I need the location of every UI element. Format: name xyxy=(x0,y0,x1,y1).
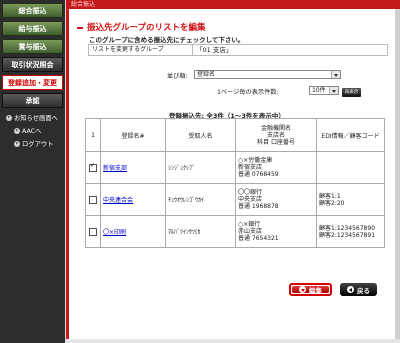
group-divider xyxy=(192,45,193,55)
row-bank: ○×労働金庫 新宿支店 普通 0768459 xyxy=(235,151,317,184)
row-check-cell xyxy=(85,151,101,184)
sidebar-item-kyuyo-furikomi[interactable]: 給与振込 xyxy=(2,21,63,36)
table-row: 中央連合会 ﾁｭｳｵｳﾚﾝｺﾞｳｶｲ 〇〇銀行 中央支店 普通 1968878 … xyxy=(85,183,385,216)
chevron-down-icon xyxy=(329,87,338,94)
back-button[interactable]: 戻る xyxy=(340,283,377,296)
column-header-edi: EDI情報／顧客コード xyxy=(316,118,385,152)
row-edi xyxy=(316,151,385,184)
row-payee: ﾏﾙﾊﾞﾂｲﾝｻﾂ(ｶ xyxy=(165,215,236,248)
row-edi: 顧客1:1234567890 顧客2:1234567891 xyxy=(316,215,385,248)
row-check-cell xyxy=(85,215,101,248)
payee-table: 1 登録名# 受取人名 金融機関名 支店名 科目 口座番号 EDI情報／顧客コー… xyxy=(85,118,385,248)
row-payee: ﾁｭｳｵｳﾚﾝｺﾞｳｶｲ xyxy=(165,183,236,216)
table-header-row: 1 登録名# 受取人名 金融機関名 支店名 科目 口座番号 EDI情報／顧客コー… xyxy=(85,118,385,152)
arrow-bullet-icon xyxy=(14,140,20,147)
sidebar-item-sogo-furikomi[interactable]: 総合振込 xyxy=(2,3,63,18)
sidebar-item-torihiki-shokai[interactable]: 取引状況照会 xyxy=(2,57,63,72)
row-name-link[interactable]: 〇×印刷 xyxy=(103,229,126,236)
column-header-payee: 受取人名 xyxy=(165,118,236,152)
table-row: 〇×印刷 ﾏﾙﾊﾞﾂｲﾝｻﾂ(ｶ ○×銀行 赤山支店 普通 7654321 顧客… xyxy=(85,215,385,248)
row-name-link[interactable]: 中央連合会 xyxy=(103,197,133,204)
down-arrow-icon xyxy=(299,286,306,293)
row-name-cell: 新宿支部 xyxy=(100,151,166,184)
notice-link-label: お知らせ画面へ xyxy=(14,115,58,122)
back-button-label: 戻る xyxy=(357,286,370,295)
row-name-cell: 〇×印刷 xyxy=(100,215,166,248)
edit-button[interactable]: 編集 xyxy=(289,283,332,296)
group-label: リストを変更するグループ xyxy=(92,46,164,53)
row-checkbox[interactable] xyxy=(89,195,97,204)
row-name-link[interactable]: 新宿支部 xyxy=(103,165,127,172)
row-bank: ○×銀行 赤山支店 普通 7654321 xyxy=(235,215,317,248)
arrow-bullet-icon xyxy=(14,127,20,134)
sort-select[interactable]: 登録名 xyxy=(194,70,341,79)
arrow-bullet-icon xyxy=(6,114,12,121)
breadcrumb: 総合振込 xyxy=(71,1,96,8)
column-header-name: 登録名# xyxy=(100,118,166,152)
header-bar: 総合振込 xyxy=(66,0,400,9)
logout-link-label: ログアウト xyxy=(22,141,54,148)
per-page-select-value: 10件 xyxy=(312,87,326,94)
redisplay-button[interactable]: 再表示 xyxy=(342,88,361,97)
column-header-bank: 金融機関名 支店名 科目 口座番号 xyxy=(235,118,317,152)
column-header-check: 1 xyxy=(85,118,101,152)
title-dash-icon xyxy=(77,26,83,29)
sidebar-item-shonin[interactable]: 承認 xyxy=(2,93,63,108)
main-area: 総合振込 振込先グループのリストを編集 このグループに含める振込先にチェックして… xyxy=(66,0,400,343)
per-page-select[interactable]: 10件 xyxy=(309,86,339,95)
table-row: 新宿支部 ｼﾝｼﾞｭｸｼﾌﾞ ○×労働金庫 新宿支店 普通 0768459 xyxy=(85,151,385,184)
page-title: 振込先グループのリストを編集 xyxy=(77,21,206,33)
page-title-text: 振込先グループのリストを編集 xyxy=(87,23,206,33)
back-arrow-icon xyxy=(347,286,354,293)
row-payee: ｼﾝｼﾞｭｸｼﾌﾞ xyxy=(165,151,236,184)
row-checkbox[interactable] xyxy=(89,227,97,236)
group-row: リストを変更するグループ 「01 支店」 xyxy=(88,44,388,56)
sidebar-item-shoyo-furikomi[interactable]: 賞与振込 xyxy=(2,39,63,54)
row-edi: 顧客1:1 顧客2:20 xyxy=(316,183,385,216)
sidebar: 総合振込 給与振込 賞与振込 取引状況照会 登録追加・変更 承認 お知らせ画面へ… xyxy=(0,0,65,343)
group-value: 「01 支店」 xyxy=(196,46,233,54)
row-check-cell xyxy=(85,183,101,216)
sidebar-item-toroku-tsuika[interactable]: 登録追加・変更 xyxy=(2,75,63,90)
aac-link[interactable]: AACへ xyxy=(2,125,63,136)
scrollbar[interactable] xyxy=(395,9,400,339)
content-panel: 振込先グループのリストを編集 このグループに含める振込先にチェックして下さい。 … xyxy=(66,9,395,339)
chevron-down-icon xyxy=(331,71,340,78)
notice-link[interactable]: お知らせ画面へ xyxy=(2,112,63,123)
row-checkbox[interactable] xyxy=(89,162,97,172)
aac-link-label: AACへ xyxy=(22,128,42,135)
row-name-cell: 中央連合会 xyxy=(100,183,166,216)
sort-label: 並び順: xyxy=(167,73,188,80)
sort-select-value: 登録名 xyxy=(197,71,216,78)
edit-button-label: 編集 xyxy=(309,286,322,295)
logout-link[interactable]: ログアウト xyxy=(2,138,63,149)
instruction-text: このグループに含める振込先にチェックして下さい。 xyxy=(89,36,245,44)
per-page-label: 1ページ毎の表示件数: xyxy=(217,89,279,96)
app-frame: 総合振込 給与振込 賞与振込 取引状況照会 登録追加・変更 承認 お知らせ画面へ… xyxy=(0,0,400,343)
row-bank: 〇〇銀行 中央支店 普通 1968878 xyxy=(235,183,317,216)
